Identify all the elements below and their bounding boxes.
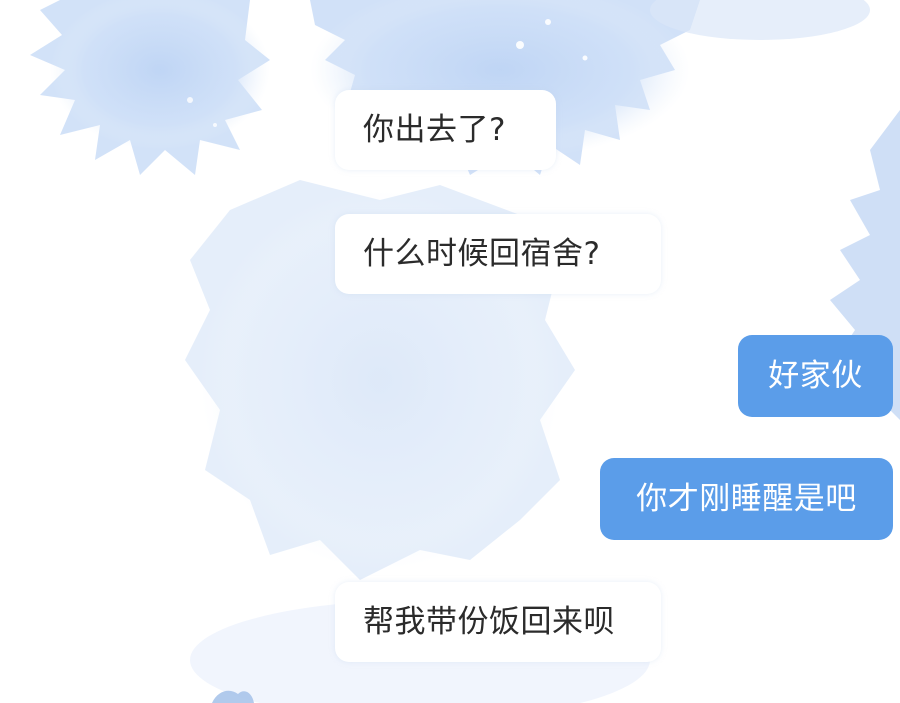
message-bubble-incoming[interactable]: 帮我带份饭回来呗	[335, 582, 661, 662]
message-bubble-incoming[interactable]: 你出去了?	[335, 90, 556, 170]
message-text: 你才刚睡醒是吧	[636, 480, 857, 517]
message-bubble-incoming[interactable]: 什么时候回宿舍?	[335, 214, 661, 294]
message-bubble-outgoing[interactable]: 你才刚睡醒是吧	[600, 458, 893, 540]
message-bubble-outgoing[interactable]: 好家伙	[738, 335, 893, 417]
message-text: 你出去了?	[363, 111, 506, 148]
splash-bottom-mark	[212, 690, 254, 703]
message-text: 好家伙	[768, 357, 863, 394]
message-text: 什么时候回宿舍?	[363, 235, 601, 272]
message-text: 帮我带份饭回来呗	[363, 603, 615, 640]
